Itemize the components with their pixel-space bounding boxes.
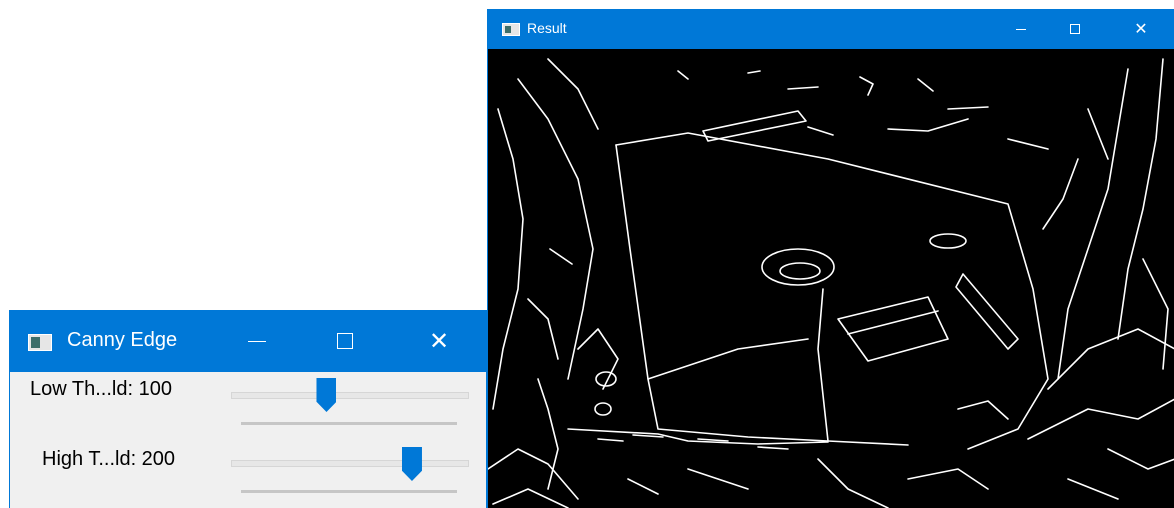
canny-window-title: Canny Edge: [67, 329, 178, 351]
result-window-title: Result: [527, 20, 567, 36]
minimize-icon: [248, 340, 266, 342]
close-icon: ✕: [428, 327, 450, 355]
result-window: Result ✕: [487, 9, 1174, 508]
low-threshold-track[interactable]: [231, 392, 469, 399]
minimize-button[interactable]: [998, 9, 1044, 49]
edge-result-image: [488, 49, 1174, 508]
app-window-icon: [502, 23, 520, 36]
high-threshold-track[interactable]: [231, 460, 469, 467]
close-icon: ✕: [1134, 21, 1148, 38]
low-threshold-slider-thumb[interactable]: [316, 378, 337, 412]
canny-edge-window: Canny Edge ✕ Low Th...ld: 100 High T...l…: [9, 310, 487, 508]
low-threshold-label: Low Th...ld: 100: [30, 378, 172, 400]
maximize-icon: [337, 333, 353, 349]
high-threshold-ticks: [241, 490, 457, 493]
close-button[interactable]: ✕: [404, 310, 474, 372]
result-titlebar[interactable]: Result ✕: [488, 9, 1174, 49]
canny-titlebar[interactable]: Canny Edge ✕: [10, 310, 486, 372]
app-window-icon: [28, 334, 52, 351]
close-button[interactable]: ✕: [1118, 9, 1164, 49]
high-threshold-slider-thumb[interactable]: [401, 447, 422, 481]
maximize-button[interactable]: [1052, 9, 1098, 49]
minimize-button[interactable]: [222, 310, 292, 372]
low-threshold-ticks: [241, 422, 457, 425]
maximize-icon: [1070, 24, 1080, 34]
high-threshold-label: High T...ld: 200: [42, 448, 176, 470]
minimize-icon: [1016, 28, 1026, 30]
maximize-button[interactable]: [310, 310, 380, 372]
